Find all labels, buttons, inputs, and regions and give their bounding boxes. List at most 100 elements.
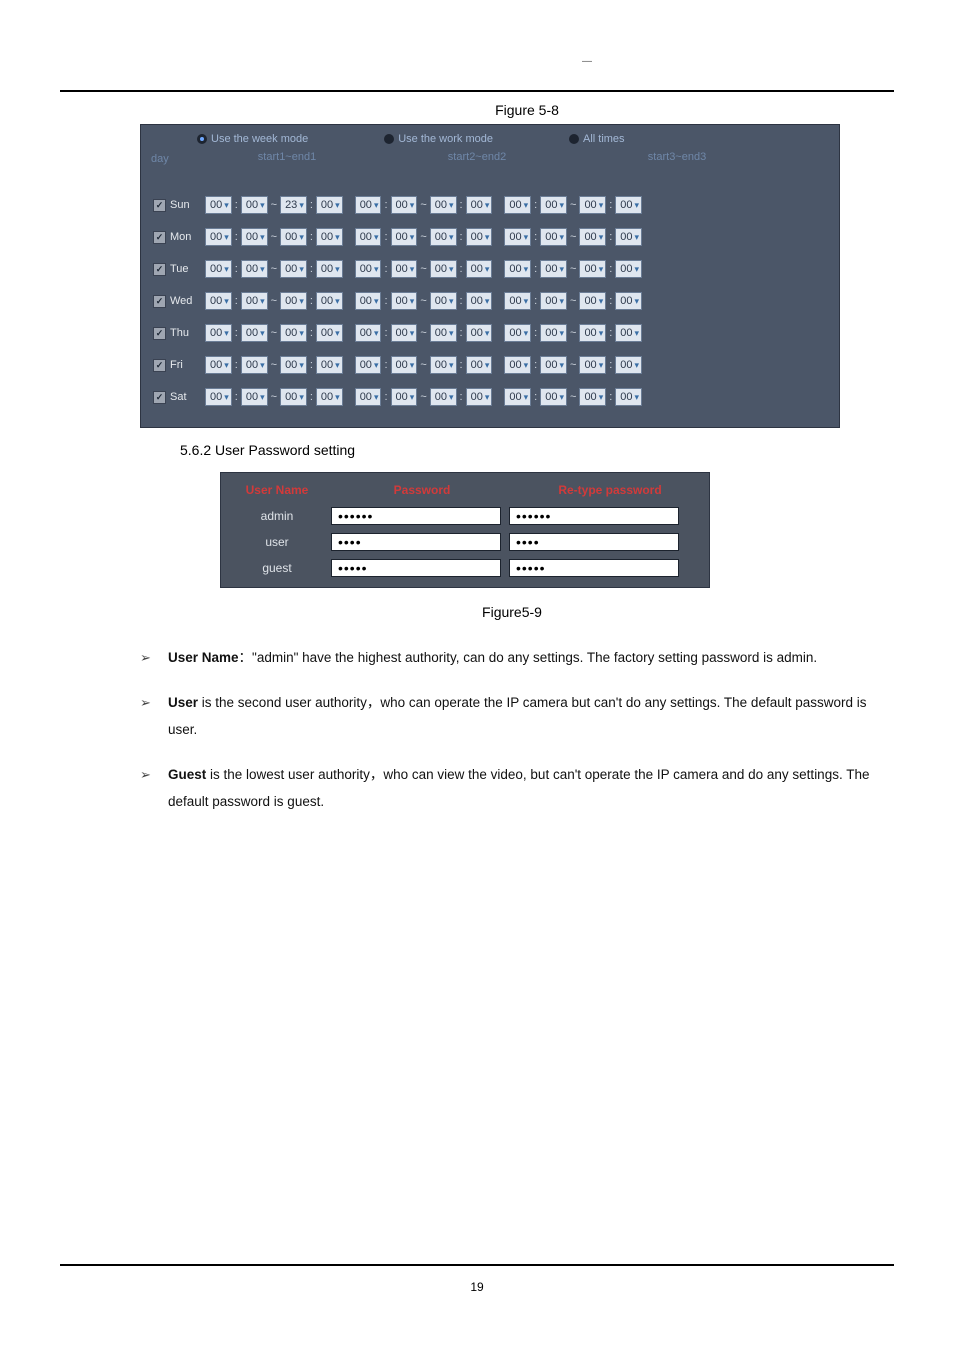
time-select[interactable]: 00▾ — [280, 324, 307, 342]
time-select[interactable]: 00▾ — [504, 356, 531, 374]
time-select[interactable]: 00▾ — [430, 324, 457, 342]
time-select[interactable]: 00▾ — [615, 228, 642, 246]
time-select[interactable]: 00▾ — [280, 260, 307, 278]
time-select[interactable]: 00▾ — [579, 356, 606, 374]
time-select[interactable]: 00▾ — [316, 228, 343, 246]
time-select[interactable]: 00▾ — [241, 356, 268, 374]
time-select[interactable]: 00▾ — [316, 356, 343, 374]
time-select[interactable]: 00▾ — [579, 324, 606, 342]
time-select[interactable]: 00▾ — [466, 292, 493, 310]
time-select[interactable]: 00▾ — [355, 388, 382, 406]
time-select[interactable]: 00▾ — [430, 228, 457, 246]
time-select[interactable]: 00▾ — [205, 324, 232, 342]
retype-password-field[interactable]: •••••• — [509, 507, 679, 525]
time-select[interactable]: 00▾ — [504, 228, 531, 246]
time-select[interactable]: 00▾ — [466, 324, 493, 342]
time-select[interactable]: 00▾ — [430, 388, 457, 406]
time-select[interactable]: 00▾ — [205, 356, 232, 374]
time-select[interactable]: 00▾ — [540, 260, 567, 278]
time-select[interactable]: 00▾ — [504, 260, 531, 278]
time-select[interactable]: 00▾ — [205, 292, 232, 310]
time-select[interactable]: 00▾ — [391, 356, 418, 374]
time-select[interactable]: 00▾ — [504, 196, 531, 214]
time-select[interactable]: 00▾ — [466, 260, 493, 278]
time-select[interactable]: 00▾ — [280, 356, 307, 374]
time-select[interactable]: 00▾ — [205, 388, 232, 406]
time-select[interactable]: 00▾ — [430, 356, 457, 374]
time-select[interactable]: 00▾ — [316, 388, 343, 406]
time-select[interactable]: 00▾ — [579, 388, 606, 406]
time-select[interactable]: 00▾ — [504, 292, 531, 310]
time-select[interactable]: 00▾ — [615, 356, 642, 374]
time-select[interactable]: 00▾ — [430, 292, 457, 310]
time-select[interactable]: 00▾ — [391, 324, 418, 342]
time-select[interactable]: 00▾ — [355, 356, 382, 374]
time-select[interactable]: 00▾ — [316, 324, 343, 342]
time-select[interactable]: 00▾ — [504, 324, 531, 342]
time-select[interactable]: 23▾ — [280, 196, 307, 214]
time-select[interactable]: 00▾ — [241, 388, 268, 406]
time-select[interactable]: 00▾ — [316, 260, 343, 278]
time-select[interactable]: 00▾ — [205, 260, 232, 278]
time-select[interactable]: 00▾ — [241, 292, 268, 310]
password-field[interactable]: •••••• — [331, 507, 501, 525]
time-select[interactable]: 00▾ — [540, 388, 567, 406]
day-checkbox-thu[interactable]: Thu — [153, 327, 205, 340]
time-select[interactable]: 00▾ — [540, 356, 567, 374]
time-select[interactable]: 00▾ — [241, 196, 268, 214]
mode-week[interactable]: Use the week mode — [197, 133, 308, 145]
time-select[interactable]: 00▾ — [205, 196, 232, 214]
time-select[interactable]: 00▾ — [316, 196, 343, 214]
retype-password-field[interactable]: ••••• — [509, 559, 679, 577]
password-field[interactable]: •••• — [331, 533, 501, 551]
time-select[interactable]: 00▾ — [355, 292, 382, 310]
time-select[interactable]: 00▾ — [540, 228, 567, 246]
time-select[interactable]: 00▾ — [355, 324, 382, 342]
time-select[interactable]: 00▾ — [466, 356, 493, 374]
time-select[interactable]: 00▾ — [430, 196, 457, 214]
time-select[interactable]: 00▾ — [579, 260, 606, 278]
time-select[interactable]: 00▾ — [280, 292, 307, 310]
time-select[interactable]: 00▾ — [241, 228, 268, 246]
time-select[interactable]: 00▾ — [391, 260, 418, 278]
day-checkbox-sat[interactable]: Sat — [153, 391, 205, 404]
time-select[interactable]: 00▾ — [391, 388, 418, 406]
day-checkbox-fri[interactable]: Fri — [153, 359, 205, 372]
time-select[interactable]: 00▾ — [540, 196, 567, 214]
time-select[interactable]: 00▾ — [615, 260, 642, 278]
time-select[interactable]: 00▾ — [280, 388, 307, 406]
time-select[interactable]: 00▾ — [355, 196, 382, 214]
time-select[interactable]: 00▾ — [466, 388, 493, 406]
time-select[interactable]: 00▾ — [540, 324, 567, 342]
time-select[interactable]: 00▾ — [615, 324, 642, 342]
time-select[interactable]: 00▾ — [280, 228, 307, 246]
mode-work[interactable]: Use the work mode — [384, 133, 493, 145]
time-select[interactable]: 00▾ — [615, 196, 642, 214]
time-select[interactable]: 00▾ — [540, 292, 567, 310]
time-select[interactable]: 00▾ — [579, 292, 606, 310]
password-field[interactable]: ••••• — [331, 559, 501, 577]
time-select[interactable]: 00▾ — [579, 196, 606, 214]
retype-password-field[interactable]: •••• — [509, 533, 679, 551]
day-checkbox-sun[interactable]: Sun — [153, 199, 205, 212]
time-select[interactable]: 00▾ — [615, 292, 642, 310]
day-checkbox-wed[interactable]: Wed — [153, 295, 205, 308]
day-checkbox-tue[interactable]: Tue — [153, 263, 205, 276]
time-select[interactable]: 00▾ — [355, 228, 382, 246]
time-select[interactable]: 00▾ — [466, 196, 493, 214]
time-select[interactable]: 00▾ — [391, 228, 418, 246]
time-select[interactable]: 00▾ — [241, 260, 268, 278]
time-select[interactable]: 00▾ — [430, 260, 457, 278]
time-select[interactable]: 00▾ — [391, 292, 418, 310]
mode-all[interactable]: All times — [569, 133, 625, 145]
time-select[interactable]: 00▾ — [316, 292, 343, 310]
time-select[interactable]: 00▾ — [504, 388, 531, 406]
time-select[interactable]: 00▾ — [391, 196, 418, 214]
day-checkbox-mon[interactable]: Mon — [153, 231, 205, 244]
time-select[interactable]: 00▾ — [241, 324, 268, 342]
time-select[interactable]: 00▾ — [466, 228, 493, 246]
time-select[interactable]: 00▾ — [355, 260, 382, 278]
time-select[interactable]: 00▾ — [205, 228, 232, 246]
time-select[interactable]: 00▾ — [615, 388, 642, 406]
time-select[interactable]: 00▾ — [579, 228, 606, 246]
